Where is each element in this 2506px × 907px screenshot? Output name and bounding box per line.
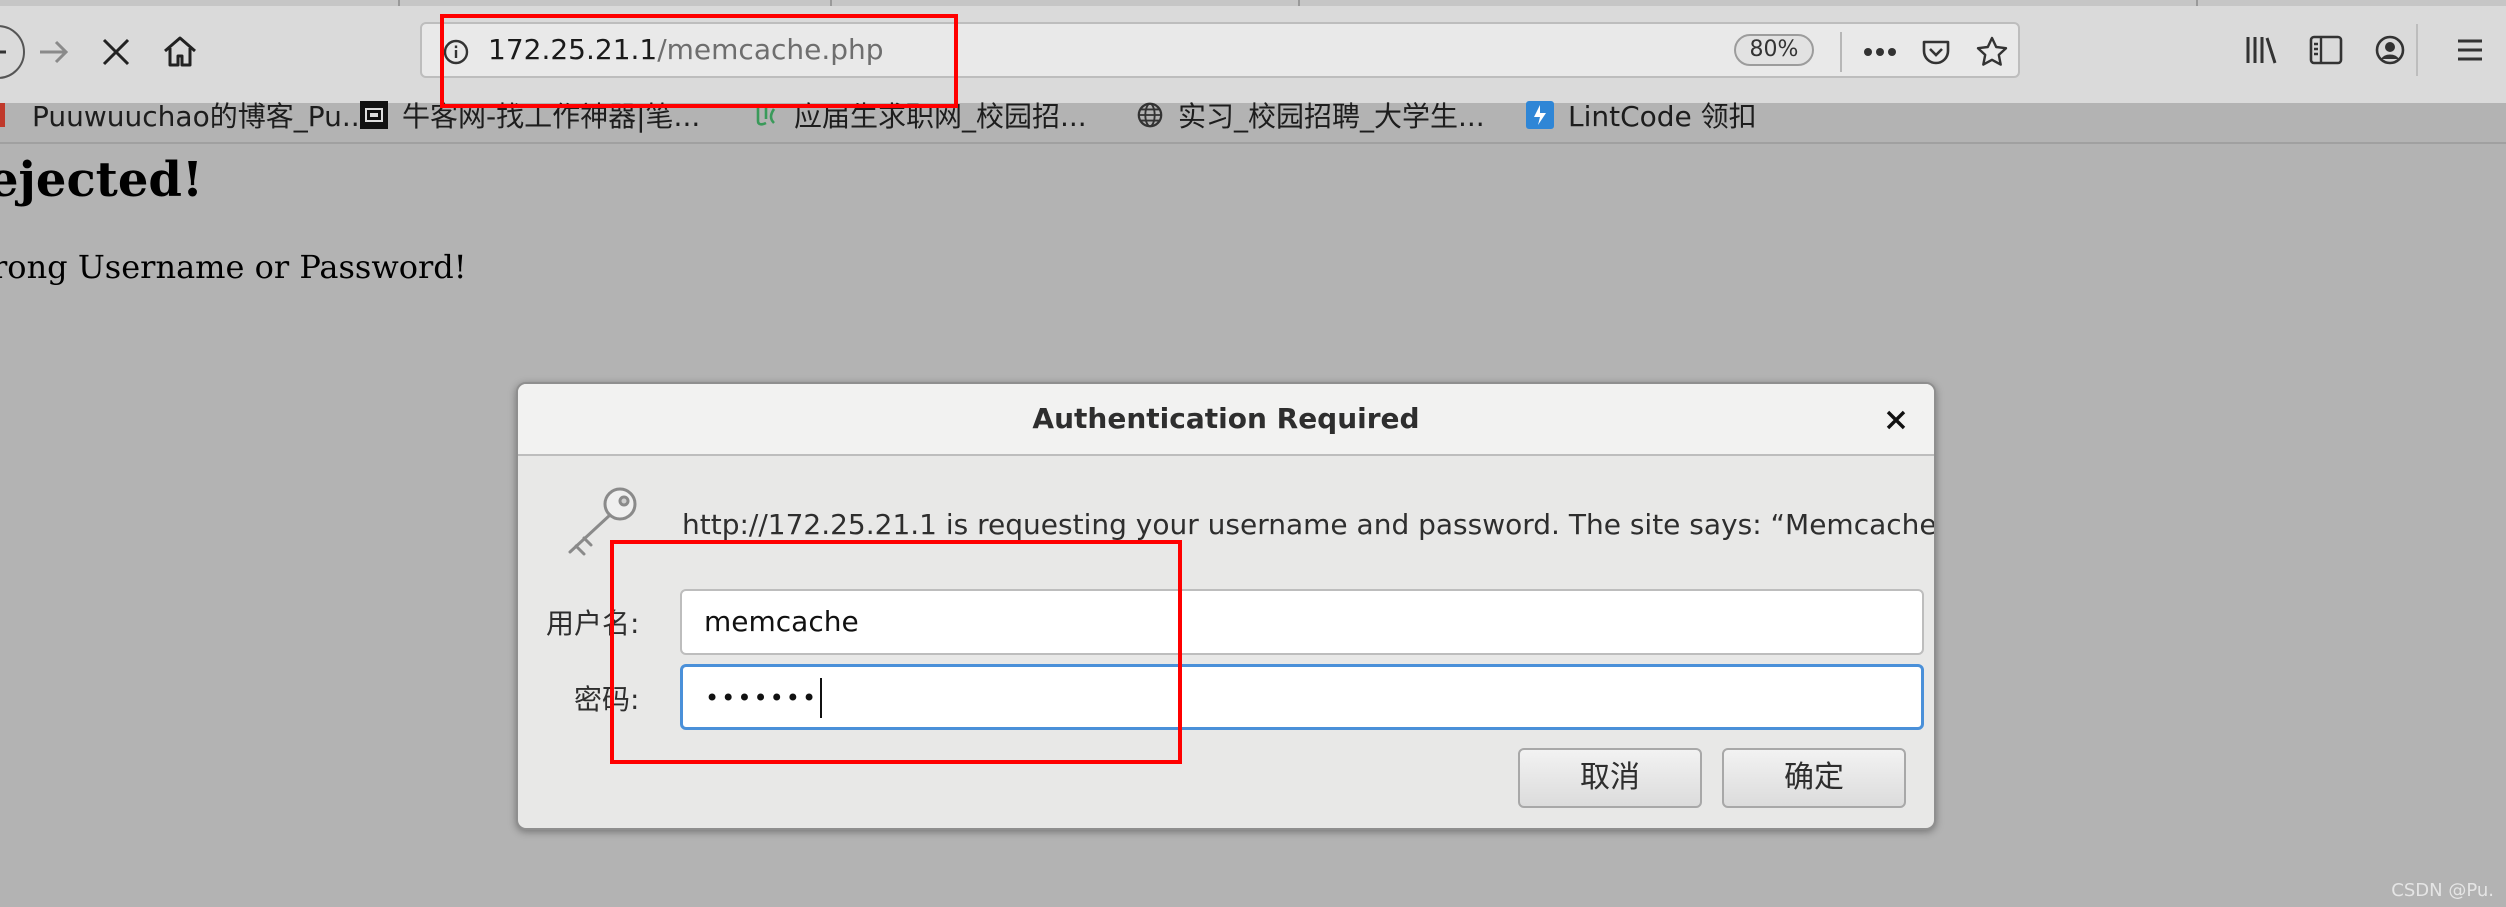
dialog-close-button[interactable]	[1878, 402, 1914, 438]
page-heading: ejected!	[0, 152, 204, 208]
lintcode-favicon	[1526, 101, 1554, 129]
toolbar-divider	[2416, 24, 2418, 76]
close-icon	[1886, 410, 1906, 430]
app-menu-button[interactable]	[2450, 30, 2490, 70]
bookmark-label: 实习_校园招聘_大学生...	[1178, 100, 1485, 133]
more-icon	[1864, 48, 1896, 56]
url-highlight-box	[440, 14, 958, 108]
csdn-favicon	[0, 101, 18, 129]
bookmark-label: LintCode 领扣	[1568, 100, 1757, 133]
toolbar-bottom-border	[0, 142, 2506, 144]
library-icon	[2246, 37, 2277, 64]
account-button[interactable]	[2370, 30, 2410, 70]
bookmark-item[interactable]: Puuwuuchao的博客_Pu...	[0, 92, 369, 138]
credentials-highlight-box	[610, 540, 1182, 764]
sidebar-icon	[2309, 35, 2343, 65]
tab-strip	[0, 0, 2506, 6]
pocket-icon	[1922, 40, 1950, 65]
bookmarks-toolbar: Puuwuuchao的博客_Pu... 牛客网-找工作神器|笔... 应届生求职…	[0, 92, 2506, 138]
stop-icon	[102, 38, 130, 66]
star-icon	[1976, 36, 2008, 66]
cancel-button[interactable]: 取消	[1518, 748, 1702, 808]
sidebar-button[interactable]	[2306, 30, 2346, 70]
dialog-titlebar: Authentication Required	[518, 384, 1934, 456]
bookmark-item[interactable]: LintCode 领扣	[1526, 92, 1757, 138]
hamburger-menu-icon	[2458, 39, 2482, 61]
tab-separator	[1298, 0, 1300, 6]
account-icon	[2375, 35, 2405, 65]
tab-separator	[830, 0, 832, 6]
home-icon	[164, 36, 196, 67]
home-button[interactable]	[152, 24, 208, 80]
stop-button[interactable]	[88, 24, 144, 80]
tab-separator	[2196, 0, 2198, 6]
dialog-message: http://172.25.21.1 is requesting your us…	[682, 508, 1936, 541]
dialog-title: Authentication Required	[1032, 402, 1420, 435]
back-arrow-icon	[0, 25, 25, 79]
bookmark-item[interactable]: 实习_校园招聘_大学生...	[1136, 92, 1485, 138]
nowcoder-favicon	[360, 101, 388, 129]
forward-button[interactable]	[26, 24, 82, 80]
library-button[interactable]	[2242, 30, 2282, 70]
forward-arrow-icon	[40, 40, 69, 64]
watermark: CSDN @Pu.	[2391, 880, 2494, 901]
browser-toolbar: 172.25.21.1/memcache.php 80% Puuwuuchao的…	[0, 0, 2506, 133]
zoom-level-badge[interactable]: 80%	[1734, 34, 1814, 66]
tab-separator	[398, 0, 400, 6]
globe-icon	[1136, 101, 1164, 129]
url-bar-separator	[1840, 32, 1842, 72]
pocket-button[interactable]	[1918, 34, 1954, 70]
back-button[interactable]	[0, 24, 26, 80]
ok-button[interactable]: 确定	[1722, 748, 1906, 808]
bookmark-label: Puuwuuchao的博客_Pu...	[32, 100, 369, 133]
page-error-message: rong Username or Password!	[0, 248, 467, 286]
page-actions-button[interactable]	[1862, 34, 1898, 70]
bookmark-star-button[interactable]	[1974, 34, 2010, 70]
